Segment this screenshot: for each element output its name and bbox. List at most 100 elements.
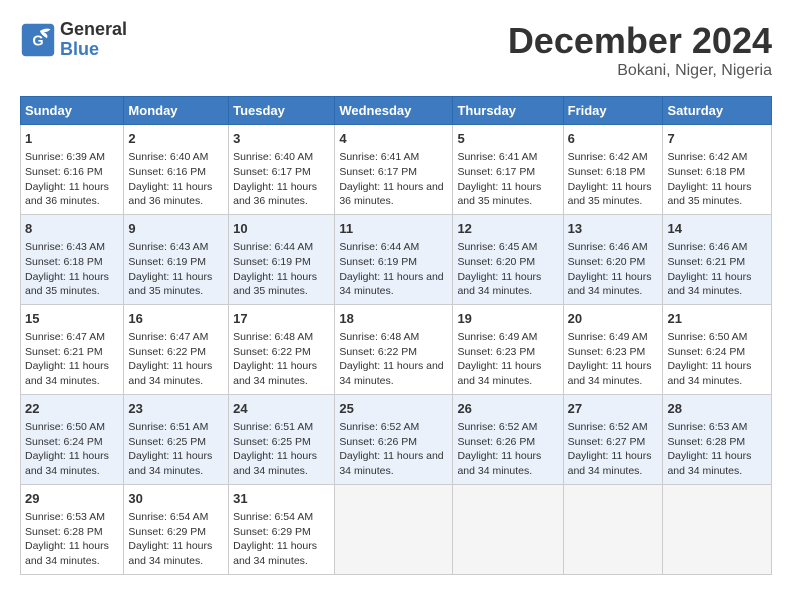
sunset-label: Sunset: 6:26 PM [457,436,535,448]
logo-line1: General [60,20,127,40]
daylight-label: Daylight: 11 hours and 34 minutes. [233,360,317,387]
sunrise-label: Sunrise: 6:46 AM [667,241,747,253]
sunset-label: Sunset: 6:16 PM [25,166,103,178]
calendar-cell [335,484,453,574]
calendar-header-row: SundayMondayTuesdayWednesdayThursdayFrid… [21,97,772,125]
sunset-label: Sunset: 6:19 PM [339,256,417,268]
daylight-label: Daylight: 11 hours and 34 minutes. [667,450,751,477]
sunset-label: Sunset: 6:22 PM [339,346,417,358]
day-number: 20 [568,310,659,328]
day-number: 26 [457,400,558,418]
sunset-label: Sunset: 6:19 PM [128,256,206,268]
daylight-label: Daylight: 11 hours and 34 minutes. [457,450,541,477]
daylight-label: Daylight: 11 hours and 34 minutes. [128,360,212,387]
calendar-cell: 8Sunrise: 6:43 AMSunset: 6:18 PMDaylight… [21,214,124,304]
daylight-label: Daylight: 11 hours and 34 minutes. [667,271,751,298]
sunset-label: Sunset: 6:18 PM [667,166,745,178]
sunrise-label: Sunrise: 6:46 AM [568,241,648,253]
sunrise-label: Sunrise: 6:42 AM [568,151,648,163]
day-number: 23 [128,400,224,418]
sunrise-label: Sunrise: 6:40 AM [233,151,313,163]
sunset-label: Sunset: 6:19 PM [233,256,311,268]
sunset-label: Sunset: 6:17 PM [233,166,311,178]
calendar-cell: 13 Sunrise: 6:46 AM Sunset: 6:20 PM Dayligh… [563,214,663,304]
calendar-cell: 27Sunrise: 6:52 AMSunset: 6:27 PMDayligh… [563,394,663,484]
sunset-label: Sunset: 6:28 PM [25,526,103,538]
calendar-cell: 18Sunrise: 6:48 AMSunset: 6:22 PMDayligh… [335,304,453,394]
daylight-label: Daylight: 11 hours and 36 minutes. [339,181,443,208]
sunrise-label: Sunrise: 6:40 AM [128,151,208,163]
calendar-cell: 5Sunrise: 6:41 AMSunset: 6:17 PMDaylight… [453,125,563,215]
sunset-label: Sunset: 6:25 PM [233,436,311,448]
day-number: 7 [667,130,767,148]
daylight-label: Daylight: 11 hours and 34 minutes. [233,540,317,567]
daylight-label: Daylight: 11 hours and 35 minutes. [233,271,317,298]
daylight-label: Daylight: 11 hours and 34 minutes. [233,450,317,477]
daylight-label: Daylight: 11 hours and 34 minutes. [25,540,109,567]
daylight-label: Daylight: 11 hours and 35 minutes. [128,271,212,298]
sunset-label: Sunset: 6:20 PM [568,256,646,268]
day-number: 16 [128,310,224,328]
calendar-cell: 23Sunrise: 6:51 AMSunset: 6:25 PMDayligh… [124,394,229,484]
header-wednesday: Wednesday [335,97,453,125]
calendar-cell: 2Sunrise: 6:40 AMSunset: 6:16 PMDaylight… [124,125,229,215]
day-number: 12 [457,220,558,238]
daylight-label: Daylight: 11 hours and 34 minutes. [667,360,751,387]
day-number: 2 [128,130,224,148]
logo-line2: Blue [60,40,127,60]
sunrise-label: Sunrise: 6:52 AM [457,421,537,433]
header-tuesday: Tuesday [229,97,335,125]
sunset-label: Sunset: 6:27 PM [568,436,646,448]
sunset-label: Sunset: 6:22 PM [233,346,311,358]
title-block: December 2024 Bokani, Niger, Nigeria [508,20,772,80]
sunrise-label: Sunrise: 6:48 AM [339,331,419,343]
logo-text: General Blue [60,20,127,60]
calendar-cell: 25Sunrise: 6:52 AMSunset: 6:26 PMDayligh… [335,394,453,484]
calendar-cell: 28Sunrise: 6:53 AMSunset: 6:28 PMDayligh… [663,394,772,484]
page-header: G General Blue December 2024 Bokani, Nig… [20,20,772,80]
daylight-label: Daylight: 11 hours and 34 minutes. [25,450,109,477]
header-monday: Monday [124,97,229,125]
day-number: 3 [233,130,330,148]
sunrise-label: Sunrise: 6:50 AM [667,331,747,343]
calendar-week-row: 15Sunrise: 6:47 AMSunset: 6:21 PMDayligh… [21,304,772,394]
header-friday: Friday [563,97,663,125]
sunset-label: Sunset: 6:29 PM [233,526,311,538]
calendar-week-row: 1Sunrise: 6:39 AMSunset: 6:16 PMDaylight… [21,125,772,215]
header-thursday: Thursday [453,97,563,125]
sunset-label: Sunset: 6:21 PM [667,256,745,268]
day-number: 5 [457,130,558,148]
sunrise-label: Sunrise: 6:39 AM [25,151,105,163]
calendar-cell [663,484,772,574]
calendar-cell: 4Sunrise: 6:41 AMSunset: 6:17 PMDaylight… [335,125,453,215]
calendar-cell: 17Sunrise: 6:48 AMSunset: 6:22 PMDayligh… [229,304,335,394]
daylight-label: Daylight: 11 hours and 34 minutes. [128,450,212,477]
sunrise-label: Sunrise: 6:50 AM [25,421,105,433]
day-number: 13 [568,220,659,238]
header-saturday: Saturday [663,97,772,125]
calendar-cell: 11Sunrise: 6:44 AMSunset: 6:19 PMDayligh… [335,214,453,304]
sunset-label: Sunset: 6:17 PM [339,166,417,178]
daylight-label: Daylight: 11 hours and 34 minutes. [457,271,541,298]
day-number: 9 [128,220,224,238]
sunrise-label: Sunrise: 6:47 AM [25,331,105,343]
calendar-cell: 12Sunrise: 6:45 AMSunset: 6:20 PMDayligh… [453,214,563,304]
day-number: 29 [25,490,119,508]
sunrise-label: Sunrise: 6:48 AM [233,331,313,343]
daylight-label: Daylight: 11 hours and 35 minutes. [568,181,652,208]
sunrise-label: Sunrise: 6:51 AM [233,421,313,433]
daylight-label: Daylight: 11 hours and 35 minutes. [667,181,751,208]
sunrise-label: Sunrise: 6:54 AM [233,511,313,523]
daylight-label: Daylight: 11 hours and 34 minutes. [568,271,652,298]
daylight-label: Daylight: 11 hours and 36 minutes. [25,181,109,208]
day-number: 14 [667,220,767,238]
calendar-cell: 22Sunrise: 6:50 AMSunset: 6:24 PMDayligh… [21,394,124,484]
sunset-label: Sunset: 6:24 PM [667,346,745,358]
sunrise-label: Sunrise: 6:41 AM [457,151,537,163]
calendar-cell: 31Sunrise: 6:54 AMSunset: 6:29 PMDayligh… [229,484,335,574]
logo: G General Blue [20,20,127,60]
sunrise-label: Sunrise: 6:53 AM [667,421,747,433]
day-number: 21 [667,310,767,328]
calendar-subtitle: Bokani, Niger, Nigeria [508,62,772,80]
calendar-cell: 24Sunrise: 6:51 AMSunset: 6:25 PMDayligh… [229,394,335,484]
